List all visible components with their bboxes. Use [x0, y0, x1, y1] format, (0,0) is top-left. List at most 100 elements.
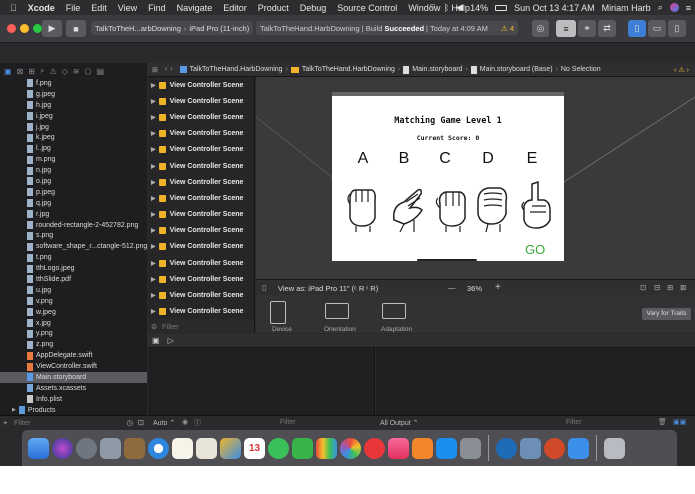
hand-sign-e-image[interactable]: [516, 180, 556, 232]
console-output-select[interactable]: All Output ⌃: [380, 419, 419, 427]
view-controller-scene-row[interactable]: ▶ View Controller Scene: [148, 304, 254, 319]
wifi-icon[interactable]: ⌔: [428, 2, 436, 13]
disclosure-triangle-icon[interactable]: ▶: [151, 114, 156, 121]
menu-app-xcode[interactable]: Xcode: [28, 3, 55, 13]
navigator-file-row[interactable]: software_shape_r...ctangle-512.png: [0, 241, 147, 252]
photo-browser-icon[interactable]: [100, 437, 121, 459]
back-icon[interactable]: ‹: [165, 66, 167, 73]
outline-filter-input[interactable]: Filter: [162, 322, 179, 331]
navigator-file-row[interactable]: l..jpg: [0, 143, 147, 154]
finder-icon[interactable]: [28, 437, 49, 459]
breadcrumb-file[interactable]: Main.storyboard: [412, 66, 462, 73]
disclosure-triangle-icon[interactable]: ▶: [151, 227, 156, 234]
menu-source-control[interactable]: Source Control: [337, 3, 397, 13]
toggle-navigator-button[interactable]: ▯: [628, 20, 646, 37]
embed-in-icon[interactable]: ⊡: [640, 283, 646, 292]
ipad-scene[interactable]: Matching Game Level 1 Current Score: 0 A…: [332, 92, 564, 261]
navigator-file-row[interactable]: w.jpeg: [0, 307, 147, 318]
pin-icon[interactable]: ⊞: [667, 283, 673, 292]
photos-icon[interactable]: [220, 437, 241, 459]
disclosure-triangle-icon[interactable]: ▶: [151, 308, 156, 315]
disclosure-triangle-icon[interactable]: ▶: [151, 179, 156, 186]
hide-debug-area-icon[interactable]: ▣: [152, 336, 160, 345]
breadcrumb-project[interactable]: TalkToTheHand.HarbDowning: [190, 66, 283, 73]
view-controller-scene-row[interactable]: ▶ View Controller Scene: [148, 207, 254, 223]
adaptation-selector[interactable]: [382, 303, 406, 319]
stop-button[interactable]: ■: [66, 20, 86, 37]
facetime-icon[interactable]: [292, 437, 313, 459]
navigator-file-row[interactable]: o.jpg: [0, 176, 147, 187]
trash-dock-icon[interactable]: [604, 437, 625, 459]
photos-dock-icon[interactable]: [340, 437, 361, 459]
navigator-file-row[interactable]: g.jpeg: [0, 89, 147, 100]
view-controller-scene-row[interactable]: ▶ View Controller Scene: [148, 109, 254, 125]
view-controller-scene-row[interactable]: ▶ View Controller Scene: [148, 126, 254, 142]
view-controller-scene-row[interactable]: ▶ View Controller Scene: [148, 142, 254, 158]
eye-icon[interactable]: ◉: [182, 418, 188, 426]
navigator-file-row[interactable]: ViewController.swift: [0, 361, 147, 372]
disclosure-triangle-icon[interactable]: ▶: [151, 130, 156, 137]
split-view-icon[interactable]: ▣▣: [673, 418, 686, 426]
disclosure-triangle-icon[interactable]: ▶: [151, 98, 156, 105]
hand-sign-c-image[interactable]: [432, 180, 472, 232]
music-icon[interactable]: [388, 437, 409, 459]
app-store-icon[interactable]: [436, 437, 457, 459]
numbers-icon[interactable]: [316, 437, 337, 459]
disclosure-triangle-icon[interactable]: ▶: [151, 243, 156, 250]
system-preferences-icon[interactable]: [460, 437, 481, 459]
siri-icon[interactable]: [669, 3, 679, 12]
view-controller-scene-row[interactable]: ▶ View Controller Scene: [148, 93, 254, 109]
zoom-out-button[interactable]: —: [448, 283, 456, 292]
navigator-file-row[interactable]: h.jpg: [0, 100, 147, 111]
navigator-file-row[interactable]: k.jpeg: [0, 132, 147, 143]
align-icon[interactable]: ⊟: [654, 283, 660, 292]
issue-navigation-icon[interactable]: ‹ ⚠ ›: [674, 66, 689, 74]
disclosure-triangle-icon[interactable]: ▶: [151, 211, 156, 218]
navigator-file-row[interactable]: p.jpeg: [0, 187, 147, 198]
scheme-selector[interactable]: TalkToTheH...arbDowning › iPad Pro (11-i…: [91, 21, 253, 35]
console-view[interactable]: [376, 348, 695, 415]
breadcrumb-group[interactable]: TalkToTheHand.HarbDowning: [302, 66, 395, 73]
library-button[interactable]: ◎: [532, 20, 549, 37]
view-controller-scene-row[interactable]: ▶ View Controller Scene: [148, 287, 254, 303]
variables-filter-input[interactable]: Filter: [280, 419, 296, 426]
battery-percent[interactable]: 14%: [470, 3, 488, 13]
navigator-file-row[interactable]: q.jpg: [0, 198, 147, 209]
breadcrumb-localization[interactable]: Main.storyboard (Base): [480, 66, 553, 73]
disclosure-triangle-icon[interactable]: ▶: [151, 195, 156, 202]
menu-product[interactable]: Product: [258, 3, 289, 13]
disclosure-triangle-icon[interactable]: ▶: [12, 407, 16, 413]
menu-navigate[interactable]: Navigate: [177, 3, 213, 13]
disclosure-triangle-icon[interactable]: ▶: [151, 163, 156, 170]
variables-scope-select[interactable]: Auto ⌃: [153, 419, 175, 427]
report-navigator-icon[interactable]: ▤: [96, 67, 104, 76]
messages-icon[interactable]: [268, 437, 289, 459]
breakpoint-navigator-icon[interactable]: ⬠: [84, 67, 91, 76]
view-controller-scene-row[interactable]: ▶ View Controller Scene: [148, 158, 254, 174]
launchpad-icon[interactable]: [76, 437, 97, 459]
project-navigator-icon[interactable]: ▣: [4, 67, 12, 76]
device-selector[interactable]: [270, 301, 286, 324]
navigator-file-row[interactable]: v.png: [0, 296, 147, 307]
breadcrumb-selection[interactable]: No Selection: [561, 66, 601, 73]
menu-editor[interactable]: Editor: [223, 3, 247, 13]
navigator-file-row[interactable]: y.png: [0, 328, 147, 339]
zoom-window-button[interactable]: [33, 24, 42, 33]
navigator-file-row[interactable]: n.jpg: [0, 165, 147, 176]
bluetooth-icon[interactable]: ᛒ: [444, 3, 449, 13]
navigator-file-row[interactable]: r.jpg: [0, 209, 147, 220]
menu-debug[interactable]: Debug: [300, 3, 327, 13]
modified-files-icon[interactable]: ⊡: [138, 418, 144, 427]
apple-menu-icon[interactable]: : [10, 3, 17, 13]
navigator-file-row[interactable]: tthSlide.pdf: [0, 274, 147, 285]
safari-icon[interactable]: [148, 437, 169, 459]
navigator-file-row[interactable]: f.png: [0, 78, 147, 89]
go-button[interactable]: GO: [525, 242, 545, 257]
news-icon[interactable]: [364, 437, 385, 459]
console-filter-input[interactable]: Filter: [566, 419, 582, 426]
minimize-window-button[interactable]: [20, 24, 29, 33]
navigator-file-row[interactable]: ▶ Products: [0, 405, 147, 416]
menu-file[interactable]: File: [66, 3, 81, 13]
test-navigator-icon[interactable]: ◇: [62, 67, 68, 76]
navigator-file-row[interactable]: m.png: [0, 154, 147, 165]
